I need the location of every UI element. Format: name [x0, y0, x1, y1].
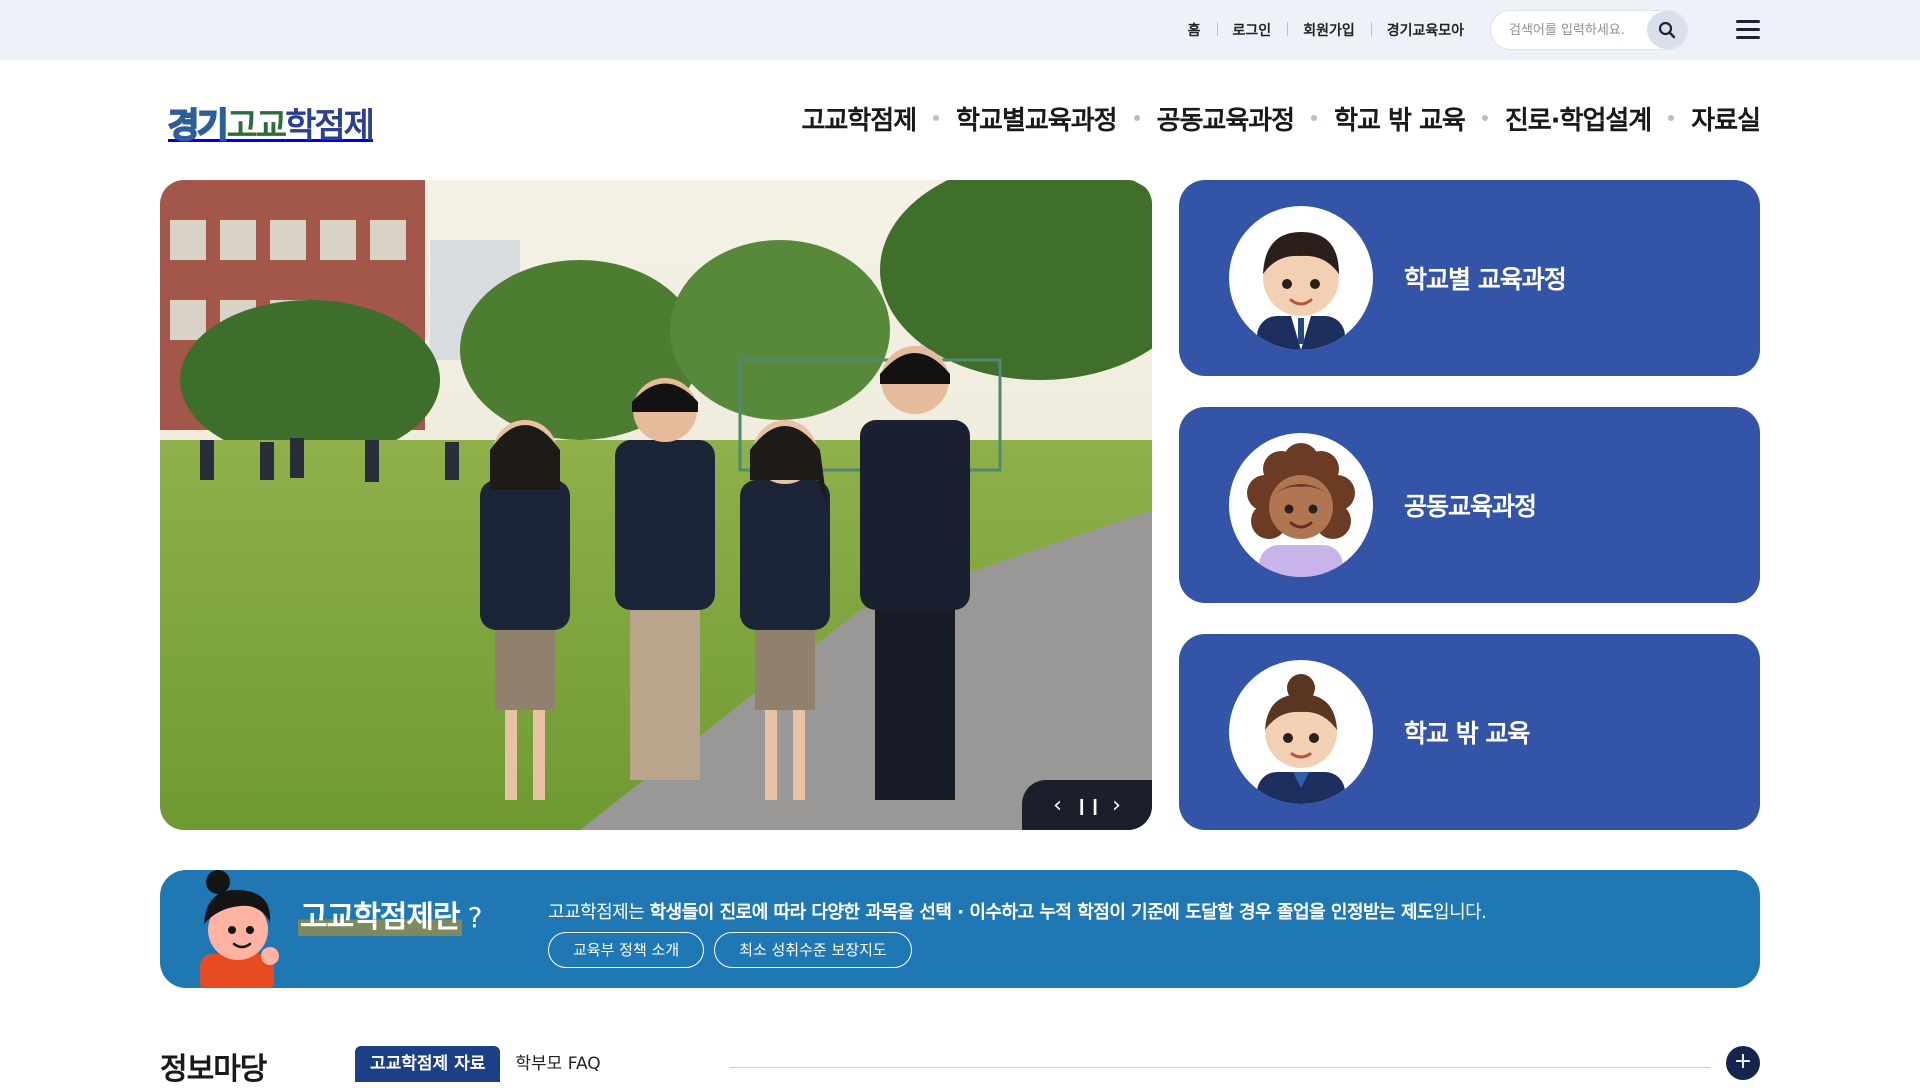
boy-student-avatar [1229, 206, 1373, 350]
chevron-right-icon[interactable]: › [1105, 793, 1129, 818]
banner-desc-prefix: 고교학점제는 [548, 902, 650, 923]
site-logo[interactable]: 경기 고교 학점제 [167, 92, 428, 152]
banner-title-question-mark: ? [467, 901, 483, 934]
nav-separator [933, 115, 940, 121]
search-input[interactable] [1509, 20, 1639, 40]
nav-item-joint-curriculum[interactable]: 공동교육과정 [1157, 100, 1296, 137]
pause-icon[interactable]: ❙❙ [1075, 796, 1102, 815]
info-section-title: 정보마당 [160, 1052, 267, 1087]
banner-desc-suffix: 입니다. [1433, 902, 1487, 923]
tab-parent-faq[interactable]: 학부모 FAQ [500, 1046, 615, 1082]
moe-policy-button[interactable]: 교육부 정책 소개 [548, 932, 705, 968]
utility-link-home[interactable]: 홈 [1172, 20, 1217, 40]
banner-title-text: 고교학점제란 [298, 892, 462, 936]
chevron-left-icon[interactable]: ‹ [1046, 793, 1070, 818]
logo-text-gogyo: 고교 [226, 105, 288, 146]
intro-banner: 고교학점제란 ? 고교학점제는 학생들이 진로에 따라 다양한 과목을 선택 ·… [160, 870, 1760, 988]
main-nav: 고교학점제 학교별교육과정 공동교육과정 학교 밖 교육 진로·학업설계 자료실 [802, 96, 1761, 140]
banner-desc-bold: 학생들이 진로에 따라 다양한 과목을 선택 · 이수하고 누적 학점이 기준에… [649, 902, 1434, 923]
utility-link-education-moa[interactable]: 경기교육모아 [1370, 20, 1480, 40]
top-utility-bar: 홈 로그인 회원가입 경기교육모아 [0, 0, 1920, 60]
utility-nav: 홈 로그인 회원가입 경기교육모아 [1172, 0, 1480, 60]
quick-card-label: 학교별 교육과정 [1404, 265, 1567, 294]
min-achievement-guidance-button[interactable]: 최소 성취수준 보장지도 [714, 932, 912, 968]
logo-text-gyeonggi: 경기 [167, 105, 230, 147]
hero-slider: ‹ ❙❙ › [160, 180, 1152, 830]
hero-image-students [160, 180, 1152, 830]
banner-description: 고교학점제는 학생들이 진로에 따라 다양한 과목을 선택 · 이수하고 누적 … [548, 898, 1487, 924]
nav-item-gogyo-hakjeomje[interactable]: 고교학점제 [802, 100, 918, 137]
hamburger-menu-button[interactable] [1734, 16, 1762, 44]
nav-item-outside-school[interactable]: 학교 밖 교육 [1334, 100, 1466, 137]
quick-card-outside-school[interactable]: 학교 밖 교육 [1179, 634, 1760, 830]
tab-hakjeomje-resources[interactable]: 고교학점제 자료 [355, 1046, 501, 1082]
quick-card-joint-curriculum[interactable]: 공동교육과정 [1179, 407, 1760, 603]
quick-card-label: 학교 밖 교육 [1404, 719, 1530, 748]
search-icon [1658, 21, 1676, 39]
banner-buttons: 교육부 정책 소개 최소 성취수준 보장지도 [548, 932, 912, 968]
nav-item-school-curriculum[interactable]: 학교별교육과정 [956, 100, 1117, 137]
banner-title: 고교학점제란 ? [298, 892, 482, 936]
nav-item-resources[interactable]: 자료실 [1691, 100, 1761, 137]
logo-text-hakjeomje: 학점제 [285, 105, 375, 146]
nav-separator [1481, 115, 1488, 121]
nav-separator [1133, 115, 1140, 121]
quick-card-school-curriculum[interactable]: 학교별 교육과정 [1179, 180, 1760, 376]
more-plus-button[interactable]: + [1726, 1046, 1760, 1080]
curly-hair-girl-avatar [1229, 433, 1373, 577]
hamburger-menu-icon [1736, 20, 1760, 23]
info-tabs: 고교학점제 자료 학부모 FAQ [355, 1046, 616, 1082]
girl-student-avatar [1229, 660, 1373, 804]
hamburger-menu-icon-line [1736, 36, 1760, 39]
search-button[interactable] [1647, 11, 1687, 49]
mascot-character-icon [200, 870, 279, 988]
utility-link-login[interactable]: 로그인 [1216, 20, 1288, 40]
hamburger-menu-icon-line [1736, 28, 1760, 31]
search-box [1490, 10, 1688, 50]
nav-item-career-planning[interactable]: 진로·학업설계 [1505, 100, 1652, 137]
quick-card-label: 공동교육과정 [1404, 492, 1537, 521]
tab-divider [730, 1067, 1710, 1068]
slider-controls: ‹ ❙❙ › [1022, 780, 1152, 830]
utility-link-signup[interactable]: 회원가입 [1287, 20, 1371, 40]
nav-separator [1311, 115, 1318, 121]
nav-separator [1668, 115, 1675, 121]
